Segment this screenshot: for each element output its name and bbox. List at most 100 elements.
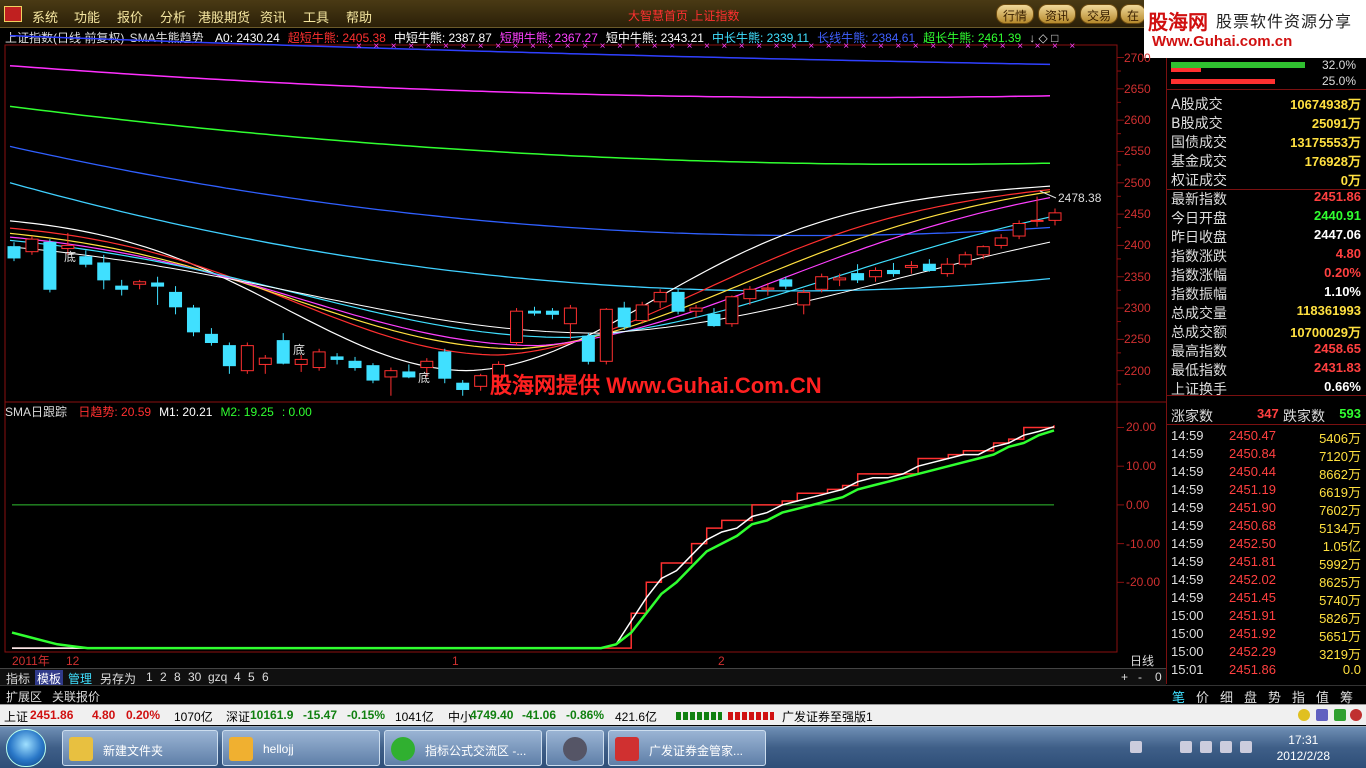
zoom-reset-button[interactable]: 0	[1155, 670, 1162, 684]
candle	[456, 380, 470, 396]
signal-mark: ×	[965, 41, 971, 52]
sz-breadth-bars-icon	[728, 712, 774, 720]
sub-axis-label: 0.00	[1126, 497, 1150, 512]
signal-mark: ×	[373, 41, 379, 52]
task-new-folder[interactable]: 新建文件夹	[62, 730, 218, 766]
zoom-out-button[interactable]: -	[1138, 670, 1142, 684]
qq-icon[interactable]	[1200, 741, 1212, 753]
stat-row: B股成交 25091万	[1171, 113, 1363, 132]
sub-indicator-values: 日趋势: 20.59 M1: 20.21 M2: 19.25: 0.00	[72, 405, 313, 419]
network-icon[interactable]	[1180, 741, 1192, 753]
clock[interactable]: 17:31 2012/2/28	[1277, 732, 1330, 764]
tick-row: 14:59 2451.19 6619万	[1171, 482, 1363, 500]
price-axis-label: 2450	[1124, 207, 1151, 222]
volume-icon[interactable]	[1240, 741, 1252, 753]
signal-mark: ×	[426, 41, 432, 52]
tick-volume: 1.05亿	[1322, 539, 1361, 554]
people-icon[interactable]	[1334, 709, 1346, 721]
signal-mark: ×	[408, 41, 414, 52]
menu-info[interactable]: 资讯	[260, 7, 286, 26]
tick-volume: 5826万	[1319, 611, 1361, 626]
window-icon[interactable]	[1316, 709, 1328, 721]
app-logo-icon[interactable]	[4, 6, 22, 22]
start-button[interactable]	[6, 729, 46, 767]
bottom-label-3: 底	[418, 370, 430, 385]
moving-average-lines	[9, 34, 1051, 372]
candle	[833, 273, 847, 287]
brand-banner: 股海网 股票软件资源分享 Www.Guhai.com.cn	[1144, 0, 1366, 58]
sub-axis-label: 20.00	[1126, 420, 1157, 435]
task-hellojj[interactable]: hellojj	[222, 730, 380, 766]
ratio-label-a: 32.0%	[1321, 58, 1356, 72]
down-count: 593	[1339, 406, 1361, 421]
indicator-tab-gzq[interactable]: gzq	[208, 670, 227, 684]
tick-time: 14:59	[1171, 554, 1204, 569]
candle	[222, 342, 236, 374]
signal-mark: ×	[600, 41, 606, 52]
indicator-tab-2[interactable]: 2	[160, 670, 167, 684]
sh-breadth-bars-icon	[676, 712, 722, 720]
stat-row: 基金成交 176928万	[1171, 151, 1363, 170]
task-media[interactable]	[546, 730, 604, 766]
tick-row: 14:59 2450.44 8662万	[1171, 464, 1363, 482]
stat-label: A股成交	[1171, 97, 1223, 113]
sz-change: -15.47	[303, 708, 338, 722]
task-browser[interactable]: 指标公式交流区 -...	[384, 730, 542, 766]
zoom-in-button[interactable]: +	[1121, 670, 1128, 684]
sz-percent: -0.15%	[347, 708, 386, 722]
indicator-tab-30[interactable]: 30	[188, 670, 201, 684]
tick-price: 2451.91	[1229, 608, 1276, 623]
sub-indicator-name[interactable]: SMA日跟踪	[5, 405, 67, 419]
candlesticks	[7, 196, 1062, 396]
alert-icon[interactable]	[1350, 709, 1362, 721]
app-window: 系统 功能 报价 分析 港股期货 资讯 工具 帮助 大智慧首页 上证指数 行情 …	[0, 0, 1366, 768]
news-button[interactable]: 资讯	[1038, 4, 1077, 24]
lock-icon[interactable]	[1298, 709, 1310, 721]
keyboard-icon[interactable]	[1130, 741, 1142, 753]
stat-row: 指数振幅 1.10%	[1171, 284, 1363, 303]
tick-volume: 5651万	[1319, 629, 1361, 644]
chart-area[interactable]: × × × × × × × × × × × × × × × × × × × × × × × × × × × × × × × × × × × × × × × ×…	[0, 28, 1166, 668]
stat-value: 2431.83	[1314, 360, 1361, 375]
stat-row: 总成交量 118361993	[1171, 303, 1363, 322]
market-button[interactable]: 行情	[996, 4, 1035, 24]
tick-price: 2451.90	[1229, 500, 1276, 515]
tick-row: 14:59 2450.68 5134万	[1171, 518, 1363, 536]
tick-time: 14:59	[1171, 482, 1204, 497]
sub-axis-label: -20.00	[1126, 575, 1161, 590]
indicator-tab-5[interactable]: 5	[248, 670, 255, 684]
indicator-tab-6[interactable]: 6	[262, 670, 269, 684]
signal-mark: ×	[756, 41, 762, 52]
sh-amount: 1070亿	[174, 710, 213, 724]
task-trading-app[interactable]: 广发证券金管家...	[608, 730, 766, 766]
menu-help[interactable]: 帮助	[346, 7, 372, 26]
signal-icon[interactable]	[1220, 741, 1232, 753]
online-button[interactable]: 在	[1120, 4, 1147, 24]
menu-function[interactable]: 功能	[74, 7, 100, 26]
stat-label: 最低指数	[1171, 363, 1227, 379]
candle	[7, 242, 21, 262]
tick-row: 14:59 2452.02 8625万	[1171, 572, 1363, 590]
indicator-tab-1[interactable]: 1	[146, 670, 153, 684]
tick-time: 14:59	[1171, 590, 1204, 605]
sub-line-M1	[12, 425, 1055, 649]
tab-related-quote[interactable]: 关联报价	[52, 688, 100, 705]
candle	[581, 333, 595, 365]
tick-time: 15:01	[1171, 662, 1204, 677]
candle	[851, 264, 865, 283]
signal-mark: ×	[1000, 41, 1006, 52]
menu-quote[interactable]: 报价	[117, 7, 143, 26]
candle	[886, 262, 900, 277]
menu-system[interactable]: 系统	[32, 7, 58, 26]
menu-analysis[interactable]: 分析	[160, 7, 186, 26]
menu-hk-futures[interactable]: 港股期货	[198, 7, 250, 26]
candle	[563, 304, 577, 340]
tab-extension-area[interactable]: 扩展区	[6, 688, 42, 705]
indicator-tab-4[interactable]: 4	[234, 670, 241, 684]
signal-mark: ×	[774, 41, 780, 52]
menu-tools[interactable]: 工具	[303, 7, 329, 26]
candle	[689, 304, 703, 318]
trade-button[interactable]: 交易	[1080, 4, 1119, 24]
indicator-tab-8[interactable]: 8	[174, 670, 181, 684]
stat-value: 10674938万	[1290, 97, 1361, 112]
